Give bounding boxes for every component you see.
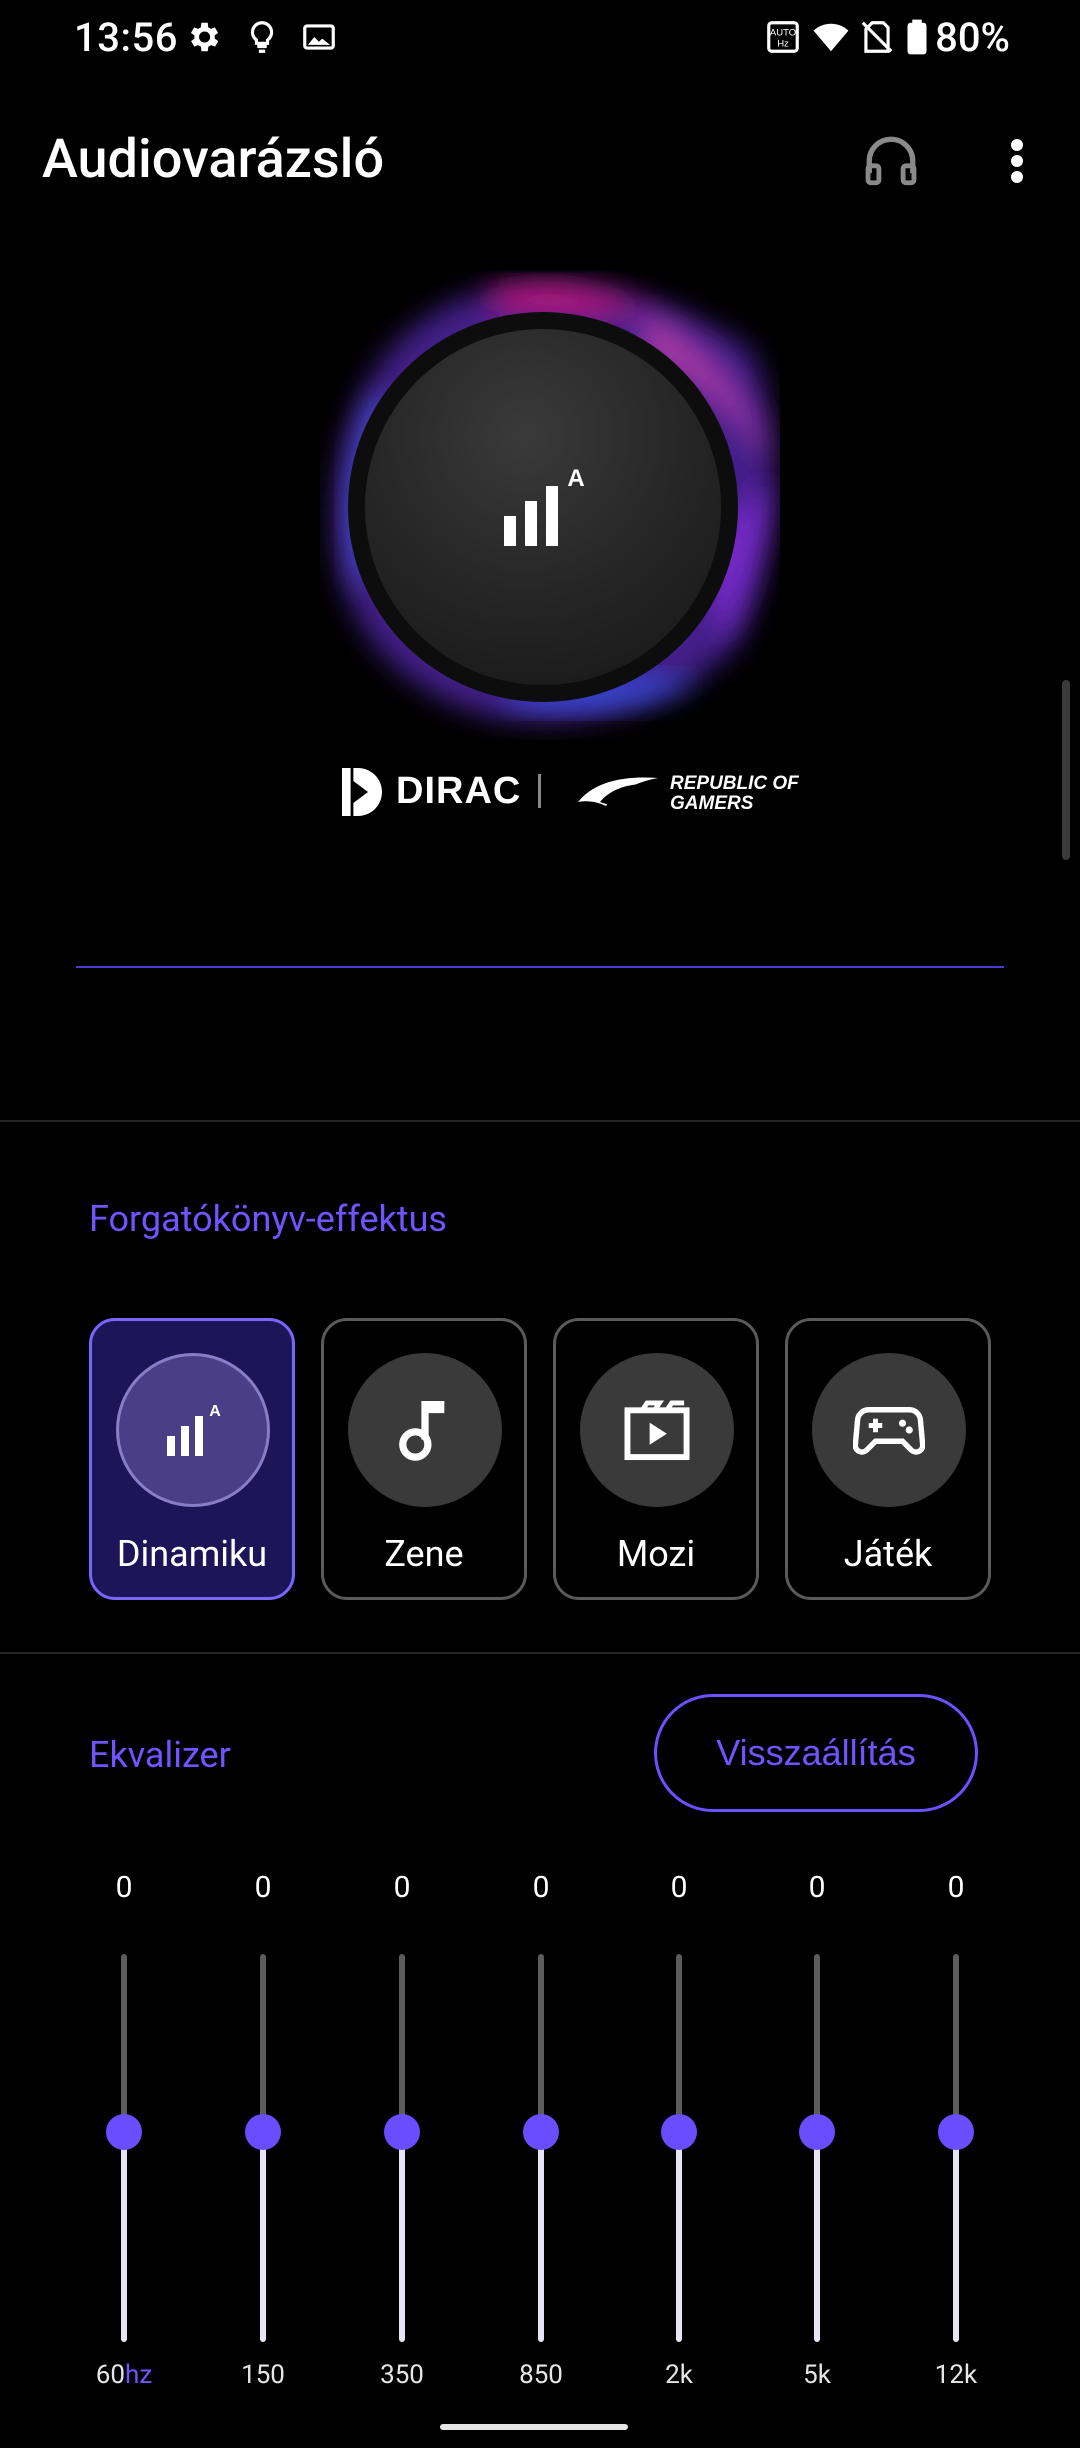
svg-text:AUTO: AUTO: [770, 27, 796, 38]
eq-slider-fill[interactable]: [538, 2132, 544, 2342]
eq-slider-fill[interactable]: [399, 2132, 405, 2342]
scenario-section-title: Forgatókönyv-effektus: [89, 1198, 447, 1240]
eq-band-12k: 0 12k: [906, 1870, 1006, 2390]
eq-value: 0: [670, 1870, 688, 1905]
eq-value: 0: [808, 1870, 826, 1905]
lightbulb-icon: [250, 21, 274, 53]
headphones-icon: [865, 136, 917, 186]
eq-band-150: 0 150: [213, 1870, 313, 2390]
eq-slider-fill[interactable]: [676, 2132, 682, 2342]
scenario-label: Zene: [384, 1533, 464, 1575]
eq-value: 0: [254, 1870, 272, 1905]
eq-band-60: 0 60hz: [74, 1870, 174, 2390]
eq-slider-fill[interactable]: [953, 2132, 959, 2342]
gesture-home-bar[interactable]: [440, 2424, 628, 2430]
auto-hz-icon: AUTO Hz: [767, 21, 799, 53]
status-bar: 13:56 AUTO Hz 80%: [0, 0, 1080, 72]
scenario-card-game[interactable]: Játék: [785, 1318, 991, 1600]
scenario-label: Dinamiku: [116, 1533, 268, 1575]
accent-divider: [76, 966, 1004, 968]
eq-frequency-label: 350: [380, 2360, 424, 2390]
eq-frequency-label: 850: [519, 2360, 563, 2390]
music-note-icon: [399, 1401, 445, 1461]
gamepad-icon: [853, 1407, 925, 1455]
no-sim-icon: [861, 21, 893, 53]
image-icon: [303, 24, 335, 50]
section-divider: [0, 1120, 1080, 1122]
equalizer-auto-icon: A: [504, 465, 585, 546]
rog-brand-text: REPUBLIC OF GAMERS: [670, 773, 799, 814]
eq-band-850: 0 850: [491, 1870, 591, 2390]
eq-value: 0: [947, 1870, 965, 1905]
eq-slider-fill[interactable]: [260, 2132, 266, 2342]
audio-effect-hero: A: [320, 270, 780, 740]
eq-unit: hz: [125, 2360, 153, 2390]
equalizer-section-title: Ekvalizer: [89, 1734, 231, 1776]
page-title: Audiovarázsló: [42, 128, 385, 191]
gear-icon: [190, 22, 219, 52]
eq-frequency-label: 2k: [665, 2360, 693, 2390]
eq-slider-thumb[interactable]: [799, 2114, 835, 2150]
more-vert-icon: [1011, 139, 1023, 183]
eq-slider-thumb[interactable]: [106, 2114, 142, 2150]
svg-text:A: A: [209, 1403, 221, 1420]
svg-text:A: A: [567, 465, 584, 492]
eq-frequency-label: 12k: [934, 2360, 978, 2390]
eq-frequency-label: 150: [241, 2360, 285, 2390]
battery-percent: 80%: [935, 14, 1010, 61]
eq-slider-thumb[interactable]: [661, 2114, 697, 2150]
eq-value: 0: [532, 1870, 550, 1905]
eq-slider-fill[interactable]: [814, 2132, 820, 2342]
brand-logos: DIRAC REPUBLIC OF GAMERS: [340, 762, 840, 822]
eq-frequency-label: 5k: [803, 2360, 831, 2390]
battery-icon: [907, 19, 927, 55]
dirac-logo-icon: [342, 768, 382, 816]
dirac-brand-text: DIRAC: [396, 770, 522, 812]
audio-wizard-toggle[interactable]: A: [348, 312, 738, 702]
headphones-button[interactable]: [856, 126, 926, 196]
equalizer-auto-icon: A: [167, 1403, 221, 1456]
scenario-card-movie[interactable]: Mozi: [553, 1318, 759, 1600]
wifi-icon: [813, 23, 849, 52]
scenario-card-dynamic[interactable]: A Dinamiku: [89, 1318, 295, 1600]
eq-value: 0: [115, 1870, 133, 1905]
rog-eye-logo-icon: [578, 777, 658, 806]
eq-slider-thumb[interactable]: [523, 2114, 559, 2150]
eq-frequency-label: 60hz: [95, 2360, 153, 2390]
status-time: 13:56: [74, 14, 178, 61]
scenario-label: Mozi: [616, 1533, 696, 1575]
eq-slider-thumb[interactable]: [245, 2114, 281, 2150]
more-options-button[interactable]: [982, 126, 1052, 196]
scrollbar[interactable]: [1062, 680, 1070, 860]
scenario-label: Játék: [843, 1533, 933, 1575]
eq-slider-fill[interactable]: [121, 2132, 127, 2342]
eq-slider-thumb[interactable]: [938, 2114, 974, 2150]
section-divider: [0, 1652, 1080, 1654]
movie-icon: [624, 1400, 690, 1461]
eq-band-5k: 0 5k: [767, 1870, 867, 2390]
eq-band-2k: 0 2k: [629, 1870, 729, 2390]
eq-slider-thumb[interactable]: [384, 2114, 420, 2150]
scenario-card-music[interactable]: Zene: [321, 1318, 527, 1600]
logo-divider: [538, 774, 541, 808]
eq-band-350: 0 350: [352, 1870, 452, 2390]
svg-text:Hz: Hz: [777, 39, 789, 50]
eq-value: 0: [393, 1870, 411, 1905]
reset-button[interactable]: Visszaállítás: [654, 1694, 978, 1812]
